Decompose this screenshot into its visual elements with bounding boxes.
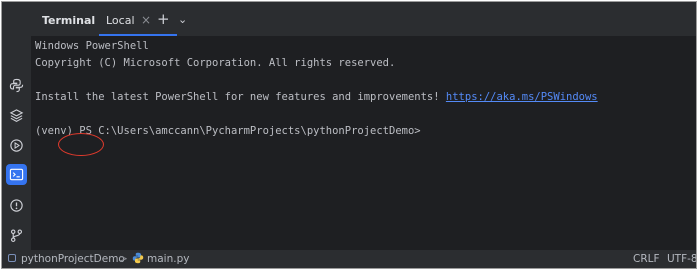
terminal-line: Install the latest PowerShell for new fe… [35, 91, 598, 103]
active-tab-indicator [99, 34, 177, 36]
chevron-down-icon[interactable]: ⌄ [178, 13, 187, 26]
services-icon[interactable] [6, 135, 27, 156]
terminal-line: Windows PowerShell [35, 40, 149, 52]
terminal-tab-bar: Terminal Local × + ⌄ [31, 2, 696, 36]
annotation-circle [58, 133, 104, 156]
ide-window: Terminal Local × + ⌄ Windows PowerShell … [1, 1, 697, 269]
python-console-icon[interactable] [6, 75, 27, 96]
terminal-icon[interactable] [6, 164, 27, 185]
breadcrumb-project[interactable]: pythonProjectDemo [21, 253, 125, 265]
file-encoding[interactable]: UTF-8 [667, 253, 696, 265]
tab-label: Local [106, 14, 135, 27]
install-message: Install the latest PowerShell for new fe… [35, 91, 440, 103]
terminal-line: Copyright (C) Microsoft Corporation. All… [35, 57, 396, 69]
terminal-output[interactable]: Windows PowerShell Copyright (C) Microso… [35, 40, 692, 246]
git-icon[interactable] [6, 225, 27, 246]
layers-icon[interactable] [6, 105, 27, 126]
breadcrumb-file[interactable]: main.py [147, 253, 189, 265]
ps-windows-link[interactable]: https://aka.ms/PSWindows [446, 91, 598, 103]
python-file-icon [132, 252, 144, 267]
tool-window-title: Terminal [42, 14, 96, 27]
problems-icon[interactable] [6, 195, 27, 216]
add-tab-button[interactable]: + [157, 10, 170, 28]
line-ending[interactable]: CRLF [633, 253, 660, 265]
tool-window-strip [2, 2, 32, 250]
breadcrumb-separator: > [119, 253, 128, 265]
status-bar: pythonProjectDemo > main.py CRLF UTF-8 [2, 250, 696, 268]
project-icon [8, 254, 16, 262]
close-icon[interactable]: × [141, 13, 151, 27]
